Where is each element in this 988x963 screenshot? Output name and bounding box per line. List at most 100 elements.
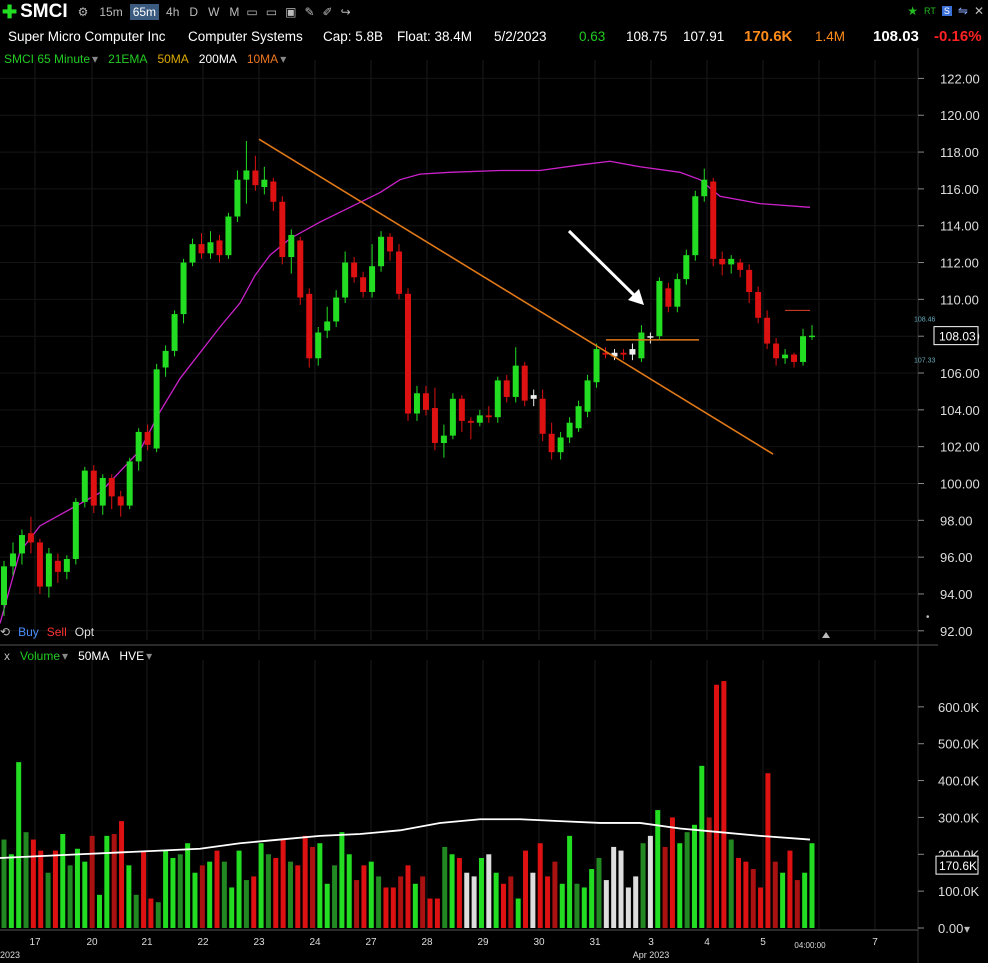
- price-tick-label: 104.00: [940, 403, 980, 418]
- volume-bar: [552, 861, 558, 928]
- candle-body: [539, 398, 546, 434]
- x-tick-label: 24: [309, 937, 321, 948]
- volume-bar: [684, 832, 690, 928]
- candle-body: [18, 535, 25, 554]
- volume-ma[interactable]: 50MA: [78, 649, 109, 663]
- candle-body: [369, 266, 376, 292]
- volume-bar: [567, 835, 573, 928]
- volume-hve[interactable]: HVE: [119, 649, 144, 663]
- volume-bar: [390, 887, 396, 928]
- volume-bar: [596, 857, 602, 928]
- volume-bar: [199, 865, 205, 928]
- candle-body: [737, 262, 744, 270]
- study-200ma[interactable]: 200MA: [199, 52, 237, 70]
- volume-bar: [559, 883, 565, 928]
- candle-body: [297, 240, 304, 298]
- candle-body: [207, 242, 214, 254]
- volume-bar: [163, 850, 169, 928]
- volume-bar: [258, 843, 264, 928]
- study-21ema[interactable]: 21EMA: [108, 52, 147, 70]
- volume-tick-label: 300.0K: [938, 810, 980, 825]
- volume-title[interactable]: Volume: [20, 649, 60, 663]
- volume-bar: [794, 880, 800, 928]
- study-bar: SMCI 65 Minute ▾ 21EMA 50MA 200MA 10MA ▾: [0, 52, 286, 70]
- last-price-tag-label: 108.03: [939, 330, 976, 344]
- order-icon[interactable]: ⟲: [0, 625, 10, 639]
- x-tick-label: 4: [704, 937, 710, 948]
- candle-body: [746, 269, 753, 292]
- volume-bar: [207, 861, 213, 928]
- sell-button[interactable]: Sell: [47, 625, 67, 639]
- volume-bar: [8, 854, 14, 928]
- study-10ma[interactable]: 10MA: [247, 52, 278, 70]
- candle-body: [45, 553, 52, 587]
- volume-bar: [633, 876, 639, 928]
- volume-dropdown-icon[interactable]: ▾: [146, 649, 152, 663]
- volume-bar: [383, 887, 389, 928]
- volume-bar: [780, 872, 786, 928]
- candle-body: [126, 461, 133, 506]
- volume-bar: [398, 876, 404, 928]
- volume-bar: [60, 834, 66, 928]
- candle-body: [81, 470, 88, 502]
- volume-bar: [324, 883, 330, 928]
- volume-bar: [750, 869, 756, 928]
- candle-body: [620, 352, 627, 355]
- study-title[interactable]: SMCI 65 Minute: [4, 52, 90, 70]
- candle-body: [476, 415, 483, 423]
- candle-body: [180, 262, 187, 315]
- candle-body: [755, 292, 762, 318]
- volume-bar: [655, 810, 661, 928]
- candle-body: [198, 244, 205, 254]
- volume-bar: [251, 876, 257, 928]
- volume-bar: [743, 861, 749, 928]
- volume-close-button[interactable]: x: [4, 649, 10, 663]
- candle-body: [396, 251, 403, 294]
- volume-bar: [471, 876, 477, 928]
- candle-body: [9, 553, 16, 567]
- chart-canvas[interactable]: 122.00 120.00 118.00 116.00 114.00 112.00 110.…: [0, 0, 988, 963]
- candle-body: [656, 280, 663, 337]
- volume-title-dropdown-icon[interactable]: ▾: [62, 649, 68, 663]
- volume-bar: [589, 869, 595, 928]
- volume-bar: [23, 832, 29, 928]
- opt-button[interactable]: Opt: [75, 625, 94, 639]
- volume-bar: [89, 835, 95, 928]
- candle-body: [243, 170, 250, 180]
- study-title-dropdown-icon[interactable]: ▾: [92, 52, 98, 70]
- candle-body: [63, 558, 70, 572]
- volume-bar: [669, 817, 675, 928]
- volume-tick-label: 100.0K: [938, 884, 980, 899]
- study-50ma[interactable]: 50MA: [157, 52, 188, 70]
- volume-bar: [280, 839, 286, 928]
- volume-bar: [45, 872, 51, 928]
- volume-bar: [368, 861, 374, 928]
- candle-body: [485, 415, 492, 418]
- x-tick-label: 21: [141, 937, 153, 948]
- candle-body: [1, 566, 7, 606]
- candle-body: [512, 365, 519, 397]
- volume-bar: [332, 865, 338, 928]
- study-dropdown-icon[interactable]: ▾: [280, 52, 286, 70]
- candle-body: [315, 332, 322, 359]
- volume-bar: [772, 861, 778, 928]
- volume-bar: [706, 817, 712, 928]
- x-tick-label: 28: [421, 937, 433, 948]
- volume-bar: [434, 898, 440, 928]
- candle-body: [360, 277, 367, 292]
- candle-body: [692, 196, 699, 256]
- candle-body: [800, 336, 807, 362]
- x-tick-label: 22: [197, 937, 209, 948]
- volume-bar: [38, 850, 44, 928]
- volume-bar: [765, 773, 771, 928]
- volume-bar: [361, 865, 367, 928]
- volume-bar: [295, 865, 301, 928]
- buy-button[interactable]: Buy: [18, 625, 39, 639]
- price-tick-label: 120.00: [940, 108, 980, 123]
- price-tick-label: 122.00: [940, 71, 980, 86]
- volume-bar: [420, 876, 426, 928]
- candle-body: [521, 365, 528, 401]
- volume-bar: [427, 898, 433, 928]
- candle-body: [135, 431, 142, 462]
- candle-body: [674, 279, 681, 307]
